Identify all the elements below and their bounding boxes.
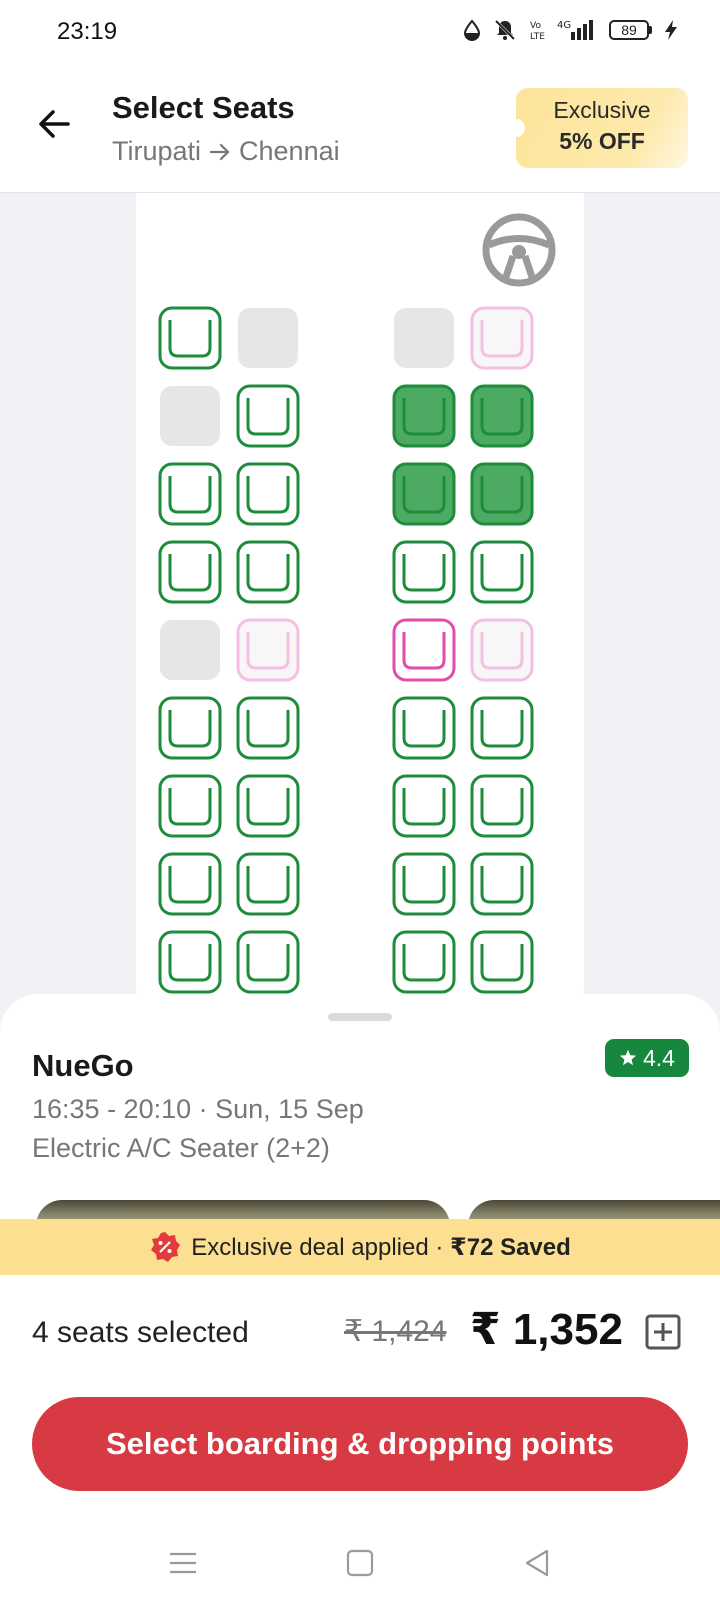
destination-city: Chennai xyxy=(239,136,340,166)
steering-wheel-icon xyxy=(482,213,556,287)
seat-ladies-booked xyxy=(236,618,302,686)
seat-selected[interactable] xyxy=(392,462,458,530)
seat-available[interactable] xyxy=(236,462,302,530)
arrow-left-icon[interactable] xyxy=(34,102,78,146)
seat-available[interactable] xyxy=(236,696,302,764)
status-icons: Vo LTE 4G 89 xyxy=(463,18,678,42)
discount-badge-icon xyxy=(151,1232,181,1262)
status-bar: 23:19 Vo LTE 4G 89 xyxy=(0,0,720,66)
svg-text:Vo: Vo xyxy=(530,21,541,31)
system-nav-bar xyxy=(0,1524,720,1612)
seat-map xyxy=(136,193,584,1013)
seat-available[interactable] xyxy=(158,540,224,608)
seat-available[interactable] xyxy=(470,774,536,842)
offer-value: 5% OFF xyxy=(559,128,645,154)
page-title: Select Seats xyxy=(112,90,295,125)
final-price: ₹ 1,352 xyxy=(470,1305,623,1354)
seat-available[interactable] xyxy=(158,774,224,842)
route-subtitle: Tirupati Chennai xyxy=(112,136,340,167)
deal-text: Exclusive deal applied · ₹72 Saved xyxy=(191,1233,571,1261)
status-time: 23:19 xyxy=(57,18,118,45)
deal-saved-amount: ₹72 Saved xyxy=(450,1233,571,1261)
seat-available[interactable] xyxy=(236,930,302,998)
back-nav-icon[interactable] xyxy=(520,1546,554,1580)
seat-ladies-available[interactable] xyxy=(392,618,458,686)
seat-booked xyxy=(158,384,224,452)
svg-text:4G: 4G xyxy=(557,20,571,31)
seat-available[interactable] xyxy=(236,540,302,608)
plus-square-icon[interactable] xyxy=(645,1314,681,1350)
seat-available[interactable] xyxy=(392,696,458,764)
seat-booked xyxy=(236,306,302,374)
menu-icon[interactable] xyxy=(166,1546,200,1580)
offer-label: Exclusive xyxy=(553,97,651,123)
rating-value: 4.4 xyxy=(643,1044,675,1071)
seat-ladies-booked xyxy=(470,618,536,686)
trip-timing: 16:35 - 20:10 · Sun, 15 Sep xyxy=(32,1094,364,1124)
seat-available[interactable] xyxy=(236,774,302,842)
seat-booked xyxy=(392,306,458,374)
seat-available[interactable] xyxy=(236,852,302,920)
volte-icon: Vo LTE xyxy=(530,21,545,41)
mute-icon xyxy=(494,19,516,41)
deal-applied-banner: Exclusive deal applied · ₹72 Saved xyxy=(0,1219,720,1275)
star-icon xyxy=(619,1049,637,1066)
signal-icon: 4G xyxy=(557,20,593,40)
bus-type: Electric A/C Seater (2+2) xyxy=(32,1133,330,1163)
charging-icon xyxy=(665,20,677,40)
home-icon[interactable] xyxy=(343,1546,377,1580)
seat-available[interactable] xyxy=(470,852,536,920)
seat-available[interactable] xyxy=(470,930,536,998)
svg-text:LTE: LTE xyxy=(530,32,545,41)
seat-available[interactable] xyxy=(158,306,224,374)
seat-available[interactable] xyxy=(392,852,458,920)
rating-badge: 4.4 xyxy=(605,1039,689,1077)
seat-available[interactable] xyxy=(158,852,224,920)
data-saver-icon xyxy=(463,19,481,41)
seat-available[interactable] xyxy=(392,774,458,842)
seat-available[interactable] xyxy=(470,696,536,764)
seat-available[interactable] xyxy=(392,540,458,608)
seat-selected[interactable] xyxy=(470,462,536,530)
arrow-right-icon xyxy=(209,143,230,160)
operator-name: NueGo xyxy=(32,1048,134,1083)
sheet-drag-handle[interactable] xyxy=(328,1013,392,1021)
seat-available[interactable] xyxy=(158,462,224,530)
seat-booked xyxy=(158,618,224,686)
bus-details-sheet: NueGo 4.4 16:35 - 20:10 · Sun, 15 Sep El… xyxy=(0,994,720,1612)
seat-available[interactable] xyxy=(158,696,224,764)
seat-available[interactable] xyxy=(158,930,224,998)
seat-available[interactable] xyxy=(236,384,302,452)
select-boarding-dropping-button[interactable]: Select boarding & dropping points xyxy=(32,1397,688,1491)
battery-indicator: 89 xyxy=(609,20,652,40)
battery-level: 89 xyxy=(609,20,649,40)
origin-city: Tirupati xyxy=(112,136,202,166)
page-header: Select Seats Tirupati Chennai Exclusive … xyxy=(0,66,720,193)
original-price: ₹ 1,424 xyxy=(344,1315,447,1348)
seat-available[interactable] xyxy=(392,930,458,998)
seats-selected-count: 4 seats selected xyxy=(32,1316,249,1349)
seat-ladies-booked xyxy=(470,306,536,374)
exclusive-offer-tag[interactable]: Exclusive 5% OFF xyxy=(507,88,688,168)
seat-selected[interactable] xyxy=(392,384,458,452)
seat-selected[interactable] xyxy=(470,384,536,452)
seat-available[interactable] xyxy=(470,540,536,608)
